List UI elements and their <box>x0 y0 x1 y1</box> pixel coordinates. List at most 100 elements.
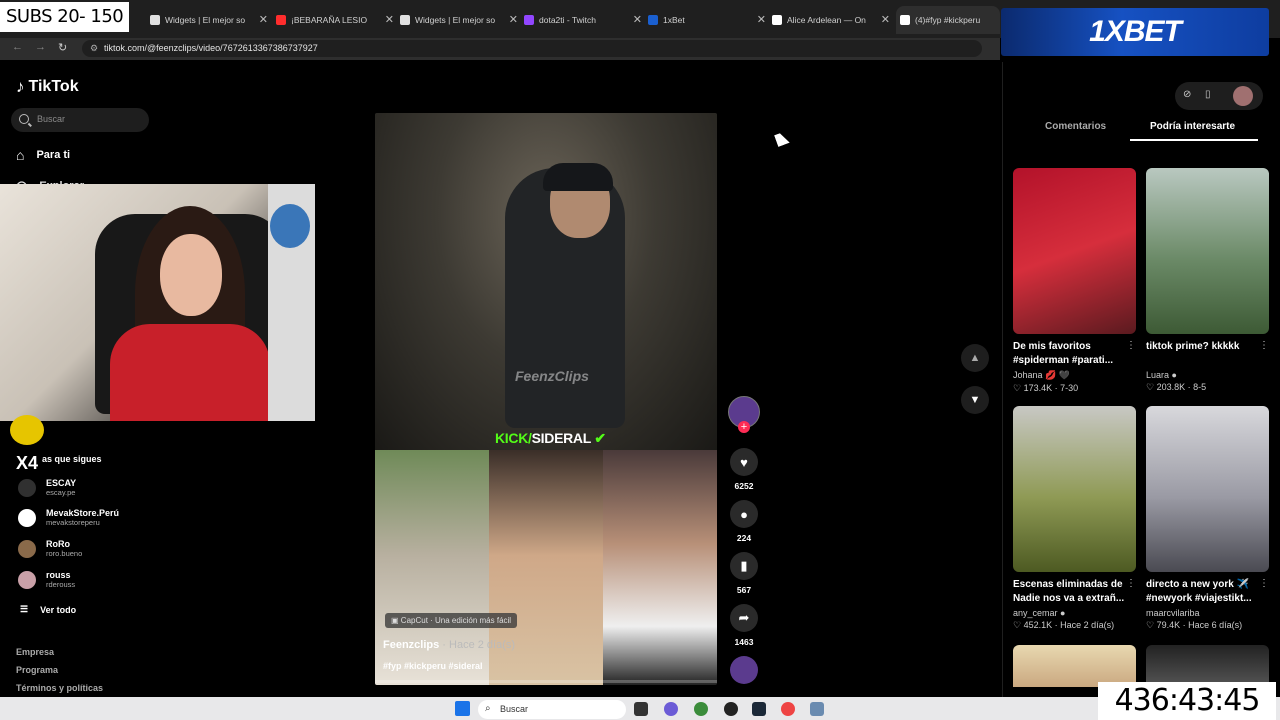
suggested-video-card[interactable]: De mis favoritos #spiderman #parati... J… <box>1013 168 1136 394</box>
forward-icon[interactable]: → <box>35 41 46 53</box>
author-name: Feenzclips <box>383 639 440 651</box>
browser-tab-active[interactable]: (4)#fyp #kickperu <box>896 6 1000 34</box>
post-time: · Hace 2 día(s) <box>439 639 516 651</box>
account-handle: escay.pe <box>46 488 76 497</box>
streamer-webcam <box>0 184 315 421</box>
footer-link[interactable]: Empresa <box>16 647 54 657</box>
card-caption[interactable]: Escenas eliminadas de Nadie nos va a ext… <box>1013 578 1136 606</box>
more-options-icon[interactable]: ⋮ <box>1126 340 1136 351</box>
card-user[interactable]: any_cemar ● <box>1013 608 1136 618</box>
card-caption[interactable]: De mis favoritos #spiderman #parati... <box>1013 340 1136 368</box>
close-icon[interactable]: ✕ <box>881 13 890 26</box>
start-windows-icon[interactable] <box>455 701 470 716</box>
close-icon[interactable]: ✕ <box>385 13 394 26</box>
more-options-icon[interactable]: ⋮ <box>1259 340 1269 351</box>
browser-tab[interactable]: 1xBet ✕ <box>648 6 770 34</box>
following-account[interactable]: RoRo roro.bueno <box>18 539 82 558</box>
more-options-icon[interactable]: ⋮ <box>1126 578 1136 589</box>
browser-tab[interactable]: Widgets | El mejor so ✕ <box>150 6 272 34</box>
suggested-video-card[interactable]: directo a new york ✈️ #newyork #viajesti… <box>1146 406 1269 631</box>
previous-video-button[interactable]: ▲ <box>961 344 989 372</box>
sidebar-item-label: Para ti <box>36 149 71 161</box>
next-video-button[interactable]: ▼ <box>961 386 989 414</box>
following-account[interactable]: ESCAY escay.pe <box>18 478 76 497</box>
avatar <box>18 570 36 589</box>
site-info-icon[interactable]: ⚙ <box>90 43 98 54</box>
kick-name: SIDERAL <box>531 430 591 446</box>
follow-plus-icon[interactable]: + <box>738 421 750 433</box>
video-thumbnail[interactable] <box>1013 406 1136 572</box>
chrome-icon[interactable] <box>694 702 708 716</box>
following-account[interactable]: MevakStore.Perú mevakstoreperu <box>18 508 119 527</box>
footer-link[interactable]: Términos y políticas <box>16 683 103 693</box>
like-button[interactable]: ♥ 6252 <box>729 448 759 491</box>
video-watermark: FeenzClips <box>515 368 589 384</box>
video-player[interactable]: FeenzClips KICK/SIDERAL ✔ ▣ CapCut · Una… <box>375 113 717 685</box>
suggested-video-card[interactable]: tiktok prime? kkkkk Luara ● ♡ 203.8K · 8… <box>1146 168 1269 393</box>
following-account[interactable]: rouss rderouss <box>18 570 75 589</box>
reload-icon[interactable]: ↻ <box>58 41 67 54</box>
see-all-button[interactable]: ☰ Ver todo <box>20 604 76 615</box>
account-handle: rderouss <box>46 580 76 589</box>
card-user[interactable]: Luara ● <box>1146 370 1269 380</box>
avatar <box>18 539 36 558</box>
music-disc-icon[interactable] <box>730 656 758 684</box>
browser-tab[interactable]: Alice Ardelean — On ✕ <box>772 6 894 34</box>
save-button[interactable]: ▮ 567 <box>729 552 759 595</box>
avatar[interactable] <box>1233 86 1253 106</box>
phone-icon[interactable]: ▯ <box>1205 89 1211 100</box>
tab-podria-interesarte[interactable]: Podría interesarte <box>1150 121 1235 132</box>
account-name: ESCAY <box>46 478 77 488</box>
suggested-video-card[interactable]: Escenas eliminadas de Nadie nos va a ext… <box>1013 406 1136 631</box>
multiplier-badge: X4 <box>16 453 39 473</box>
card-caption[interactable]: tiktok prime? kkkkk <box>1146 340 1269 368</box>
chrome-alt-icon[interactable] <box>781 702 795 716</box>
close-icon[interactable]: ✕ <box>509 13 518 26</box>
address-bar[interactable]: ⚙ tiktok.com/@feenzclips/video/7672613367… <box>82 40 982 57</box>
comment-button[interactable]: ● 224 <box>729 500 759 543</box>
video-thumbnail[interactable] <box>1146 406 1269 572</box>
capcut-badge[interactable]: ▣ CapCut · Una edición más fácil <box>385 613 518 628</box>
card-caption[interactable]: directo a new york ✈️ #newyork #viajesti… <box>1146 578 1269 606</box>
tiktok-logo[interactable]: ♪ TikTok <box>16 77 79 97</box>
task-view-icon[interactable] <box>634 702 648 716</box>
video-progress-bar[interactable] <box>375 680 717 683</box>
logo-text: TikTok <box>28 78 79 95</box>
ad-logo-text: 1XBET <box>1089 15 1182 48</box>
tab-comentarios[interactable]: Comentarios <box>1045 121 1106 132</box>
card-user[interactable]: maarcvilariba <box>1146 608 1269 618</box>
tab-favicon-icon <box>772 15 782 25</box>
compass-icon[interactable]: ⊘ <box>1183 89 1191 100</box>
steam-icon[interactable] <box>752 702 766 716</box>
url-text: tiktok.com/@feenzclips/video/76726133673… <box>104 43 318 53</box>
card-user[interactable]: Johana 💋 🖤 <box>1013 370 1136 381</box>
close-icon[interactable]: ✕ <box>259 13 268 26</box>
video-author[interactable]: Feenzclips · Hace 2 día(s) <box>383 639 515 651</box>
video-thumbnail[interactable] <box>1146 645 1269 687</box>
browser-tab[interactable]: dota2ti - Twitch ✕ <box>524 6 646 34</box>
footer-link[interactable]: Programa <box>16 665 58 675</box>
account-name: RoRo <box>46 539 70 549</box>
video-thumbnail[interactable] <box>1146 168 1269 334</box>
obs-icon[interactable] <box>724 702 738 716</box>
back-icon[interactable]: ← <box>12 41 23 53</box>
search-input[interactable]: Buscar <box>11 108 149 132</box>
discord-icon[interactable] <box>664 702 678 716</box>
tab-label: dota2ti - Twitch <box>539 15 597 25</box>
more-options-icon[interactable]: ⋮ <box>1259 578 1269 589</box>
account-handle: roro.bueno <box>46 549 83 558</box>
video-thumbnail[interactable] <box>1013 168 1136 334</box>
video-hashtags[interactable]: #fyp #kickperu #sideral <box>383 661 483 671</box>
close-icon[interactable]: ✕ <box>757 13 766 26</box>
share-button[interactable]: ➦ 1463 <box>729 604 759 647</box>
sidebar-item-para-ti[interactable]: ⌂ Para ti <box>16 147 70 163</box>
taskbar-search[interactable]: ⌕ Buscar <box>478 700 626 719</box>
browser-tab[interactable]: ¡BEBARAÑA LESIO ✕ <box>276 6 398 34</box>
tab-favicon-icon <box>648 15 658 25</box>
close-icon[interactable]: ✕ <box>633 13 642 26</box>
stream-timer-overlay: 436:43:45 <box>1098 682 1276 720</box>
browser-tab[interactable]: Widgets | El mejor so ✕ <box>400 6 522 34</box>
video-thumbnail[interactable] <box>1013 645 1136 687</box>
settings-icon[interactable] <box>810 702 824 716</box>
tab-label: Widgets | El mejor so <box>165 15 246 25</box>
